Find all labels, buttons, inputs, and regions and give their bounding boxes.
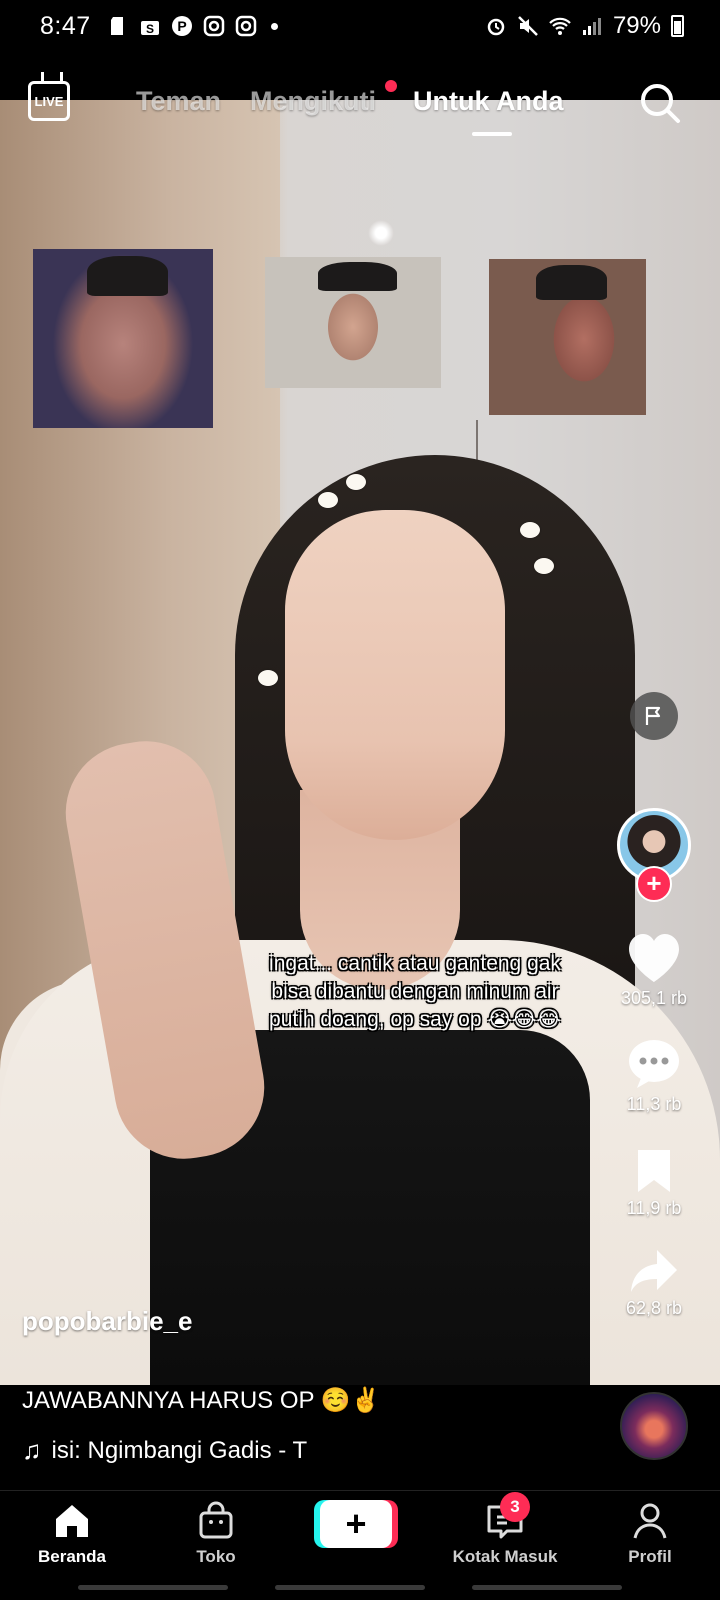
music-title: isi: Ngimbangi Gadis - T [51,1436,308,1464]
gesture-bar [472,1585,622,1590]
wifi-icon [549,17,571,35]
share-button[interactable]: 62,8 rb [612,1248,696,1319]
svg-text:P: P [177,18,186,34]
tab-teman[interactable]: Teman [136,86,221,117]
top-navigation: LIVE Teman Mengikuti Untuk Anda [0,78,720,138]
nav-shop-label: Toko [196,1547,236,1566]
like-count: 305,1 rb [620,988,688,1008]
gesture-bar [78,1585,228,1590]
hair-flower [520,522,540,538]
live-label: LIVE [34,93,64,109]
music-note-icon: ♫ [22,1435,42,1465]
nav-profile[interactable]: Profil [580,1501,720,1567]
music-disc-icon[interactable] [620,1392,688,1460]
hair-flower [534,558,554,574]
follow-plus-icon[interactable]: + [636,866,672,902]
status-bar: 8:47 S P 79% [0,0,720,52]
comment-button[interactable]: 11,3 rb [612,1038,696,1115]
search-icon[interactable] [638,81,682,125]
flag-icon [645,706,661,725]
ceiling-lamp [368,220,394,246]
bookmark-icon [638,1150,670,1192]
alarm-icon [487,18,505,36]
video-text-overlay: ingat... cantik atau ganteng gak bisa di… [269,952,561,1031]
comment-icon [629,1040,679,1088]
inset-photo [265,257,441,388]
nav-profile-label: Profil [628,1547,672,1566]
inbox-badge: 3 [500,1492,530,1522]
signal-icon [582,18,601,35]
creator-username[interactable]: popobarbie_e [22,1306,192,1337]
shopping-bag-icon [199,1501,233,1539]
tab-mengikuti[interactable]: Mengikuti [250,86,376,117]
inset-photo [489,259,646,415]
shop-notification-icon: S [140,21,159,36]
create-button[interactable]: + [320,1500,392,1548]
pinterest-icon: P [171,16,192,36]
nav-home[interactable]: Beranda [2,1501,142,1567]
hair-flower [318,492,338,508]
person-face [285,510,505,840]
nav-inbox-label: Kotak Masuk [452,1547,558,1566]
inset-photo [33,249,213,428]
comment-count: 11,3 rb [626,1094,682,1114]
music-info[interactable]: ♫ isi: Ngimbangi Gadis - T [22,1435,342,1466]
instagram-icon [203,15,224,37]
heart-icon [629,934,679,982]
status-time: 8:47 [40,11,91,40]
active-tab-indicator [472,132,512,136]
share-arrow-icon [631,1250,677,1292]
nav-home-label: Beranda [37,1547,107,1566]
mute-icon [518,16,538,36]
home-icon [56,1505,88,1537]
new-content-dot [385,80,397,92]
nav-shop[interactable]: Toko [146,1501,286,1567]
sd-card-icon [110,17,123,35]
hair-flower [346,474,366,490]
creator-avatar-button[interactable]: + [617,808,691,902]
battery-percent: 79% [612,12,661,39]
plus-icon: + [345,1503,367,1544]
battery-icon [671,15,684,37]
save-button[interactable]: 11,9 rb [612,1148,696,1219]
post-caption[interactable]: JAWABANNYA HARUS OP ☺️✌️ [22,1386,381,1415]
report-button[interactable] [630,692,678,740]
save-count: 11,9 rb [626,1198,682,1218]
profile-icon [633,1503,667,1539]
svg-text:S: S [146,22,154,36]
hair-flower [258,670,278,686]
tab-untuk-anda[interactable]: Untuk Anda [413,86,564,117]
like-button[interactable]: 305,1 rb [612,932,696,1009]
share-count: 62,8 rb [625,1298,683,1318]
instagram-icon [235,15,256,37]
live-button[interactable]: LIVE [28,81,70,121]
gesture-bar [275,1585,425,1590]
more-notifications-dot-icon [270,22,278,30]
